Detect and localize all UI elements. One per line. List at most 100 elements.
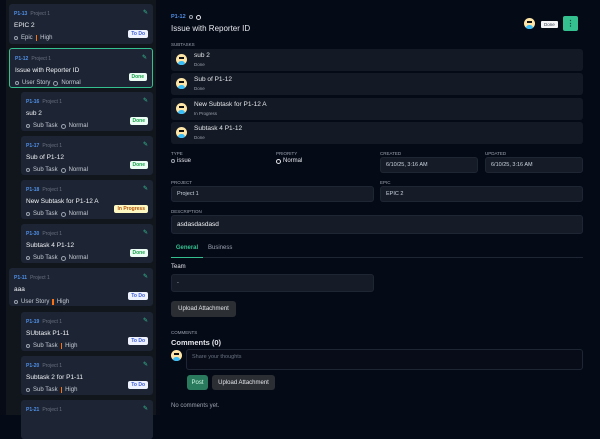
comment-upload-attachment-button[interactable]: Upload Attachment	[212, 375, 275, 390]
updated-field: 6/10/25, 3:16 AM	[485, 157, 583, 173]
pin-icon[interactable]: ✎	[143, 229, 148, 236]
post-button[interactable]: Post	[187, 375, 208, 390]
epic-field[interactable]: EPIC 2	[380, 186, 583, 202]
card-id[interactable]: P1-18	[26, 187, 39, 193]
subtask-title: sub 2	[194, 52, 210, 59]
card-priority: Normal	[68, 255, 88, 261]
card-id[interactable]: P1-20	[26, 363, 39, 369]
priority-icon	[195, 14, 201, 20]
card-priority: High	[56, 299, 70, 305]
card-type: Epic	[21, 35, 33, 41]
subtask-row[interactable]: Subtask 4 P1-12 Done	[171, 122, 583, 144]
card-project: Project 1	[42, 231, 63, 237]
type-icon	[26, 256, 30, 260]
card-priority: Normal	[68, 211, 88, 217]
issue-title: Issue with Reporter ID	[171, 24, 251, 33]
card-id[interactable]: P1-21	[26, 407, 39, 413]
card-title: Subtask 2 for P1-11	[26, 374, 83, 381]
project-field[interactable]: Project 1	[171, 186, 374, 202]
comment-input[interactable]: Share your thoughts	[186, 349, 583, 370]
card-type: Sub Task	[33, 343, 58, 349]
card-project: Project 1	[42, 319, 63, 325]
card-id[interactable]: P1-11	[14, 275, 27, 281]
card-project: Project 1	[30, 275, 50, 281]
type-icon	[14, 300, 18, 304]
card-id[interactable]: P1-17	[26, 143, 39, 149]
issue-card[interactable]: P1-20 Project 1 ✎ Subtask 2 for P1-11 Sub …	[21, 356, 153, 395]
card-title: New Subtask for P1-12 A	[26, 198, 99, 205]
card-id[interactable]: P1-19	[26, 319, 39, 325]
subtasks-label: Subtasks	[171, 42, 195, 47]
pin-icon[interactable]: ✎	[143, 141, 148, 148]
card-priority: High	[40, 35, 53, 41]
issue-card[interactable]: P1-11 Project 1 ✎ aaa User Story High To D…	[9, 268, 153, 306]
pin-icon[interactable]: ✎	[143, 273, 148, 280]
card-project: Project 1	[42, 187, 63, 193]
comments-title: Comments (0)	[171, 338, 222, 347]
more-menu-button[interactable]: ⋮	[563, 16, 578, 31]
subtask-status: Done	[194, 135, 205, 140]
type-icon	[15, 81, 19, 85]
issue-card[interactable]: P1-18 Project 1 ✎ New Subtask for P1-12 A …	[21, 180, 153, 219]
card-project: Project 1	[31, 56, 52, 62]
priority-normal-icon	[53, 80, 59, 86]
status-badge[interactable]: Done	[541, 21, 558, 28]
assignee-avatar	[176, 54, 187, 65]
pin-icon[interactable]: ✎	[143, 361, 148, 368]
pin-icon[interactable]: ✎	[143, 405, 148, 412]
issue-card[interactable]: P1-13 Project 1 ✎ EPIC 2 Epic High To Do	[9, 4, 153, 44]
subtask-row[interactable]: sub 2 Done	[171, 49, 583, 71]
upload-attachment-button[interactable]: Upload Attachment	[171, 301, 236, 317]
card-type: User Story	[22, 80, 51, 86]
team-field[interactable]: -	[171, 274, 374, 292]
card-priority: Normal	[68, 167, 88, 173]
subtask-title: New Subtask for P1-12 A	[194, 101, 267, 108]
card-type: Sub Task	[33, 255, 58, 261]
status-badge: Done	[129, 249, 148, 257]
card-project: Project 1	[42, 143, 63, 149]
card-type: Sub Task	[33, 123, 58, 129]
tab-business[interactable]: Business	[208, 245, 232, 251]
pin-icon[interactable]: ✎	[143, 185, 148, 192]
card-id[interactable]: P1-13	[14, 11, 27, 17]
subtask-status: Done	[194, 86, 205, 91]
subtask-row[interactable]: Sub of P1-12 Done	[171, 73, 583, 95]
pin-icon[interactable]: ✎	[143, 9, 148, 16]
issue-card[interactable]: P1-12 Project 1 ✎ Issue with Reporter ID U…	[9, 48, 153, 88]
pin-icon[interactable]: ✎	[143, 97, 148, 104]
subtask-row[interactable]: New Subtask for P1-12 A In Progress	[171, 98, 583, 120]
issue-card[interactable]: P1-16 Project 1 ✎ sub 2 Sub Task Normal Do…	[21, 92, 153, 131]
type-icon	[171, 159, 175, 163]
type-icon	[26, 212, 30, 216]
issue-card[interactable]: P1-30 Project 1 ✎ Subtask 4 P1-12 Sub Task…	[21, 224, 153, 263]
card-project: Project 1	[42, 99, 63, 105]
status-badge: To Do	[128, 30, 148, 38]
assignee-avatar	[176, 127, 187, 138]
issue-card[interactable]: P1-17 Project 1 ✎ Sub of P1-12 Sub Task No…	[21, 136, 153, 175]
issue-card[interactable]: P1-19 Project 1 ✎ SUbtask P1-11 Sub Task H…	[21, 312, 153, 351]
issue-id[interactable]: P1-12	[171, 14, 186, 20]
priority-high-icon	[60, 343, 63, 349]
card-id[interactable]: P1-12	[15, 56, 28, 62]
priority-high-icon	[52, 299, 54, 305]
epic-label: Epic	[380, 180, 391, 185]
card-priority: High	[65, 387, 78, 393]
priority-text: Normal	[283, 158, 303, 164]
priority-normal-icon	[60, 167, 66, 173]
pin-icon[interactable]: ✎	[142, 54, 147, 61]
priority-value: Normal	[276, 158, 302, 164]
tab-general[interactable]: General	[171, 245, 203, 258]
status-badge: To Do	[128, 381, 148, 389]
card-id[interactable]: P1-16	[26, 99, 39, 105]
pin-icon[interactable]: ✎	[143, 317, 148, 324]
priority-normal-icon	[60, 211, 66, 217]
type-icon	[26, 388, 30, 392]
subtask-title: Subtask 4 P1-12	[194, 125, 243, 132]
description-field[interactable]: asdasdasdasd	[171, 215, 583, 234]
assignee-avatar	[176, 103, 187, 114]
priority-normal-icon	[60, 255, 66, 261]
type-icon	[26, 124, 30, 128]
issue-card[interactable]: P1-21 Project 1 ✎	[21, 400, 153, 439]
assignee-avatar[interactable]	[524, 18, 535, 29]
card-id[interactable]: P1-30	[26, 231, 39, 237]
